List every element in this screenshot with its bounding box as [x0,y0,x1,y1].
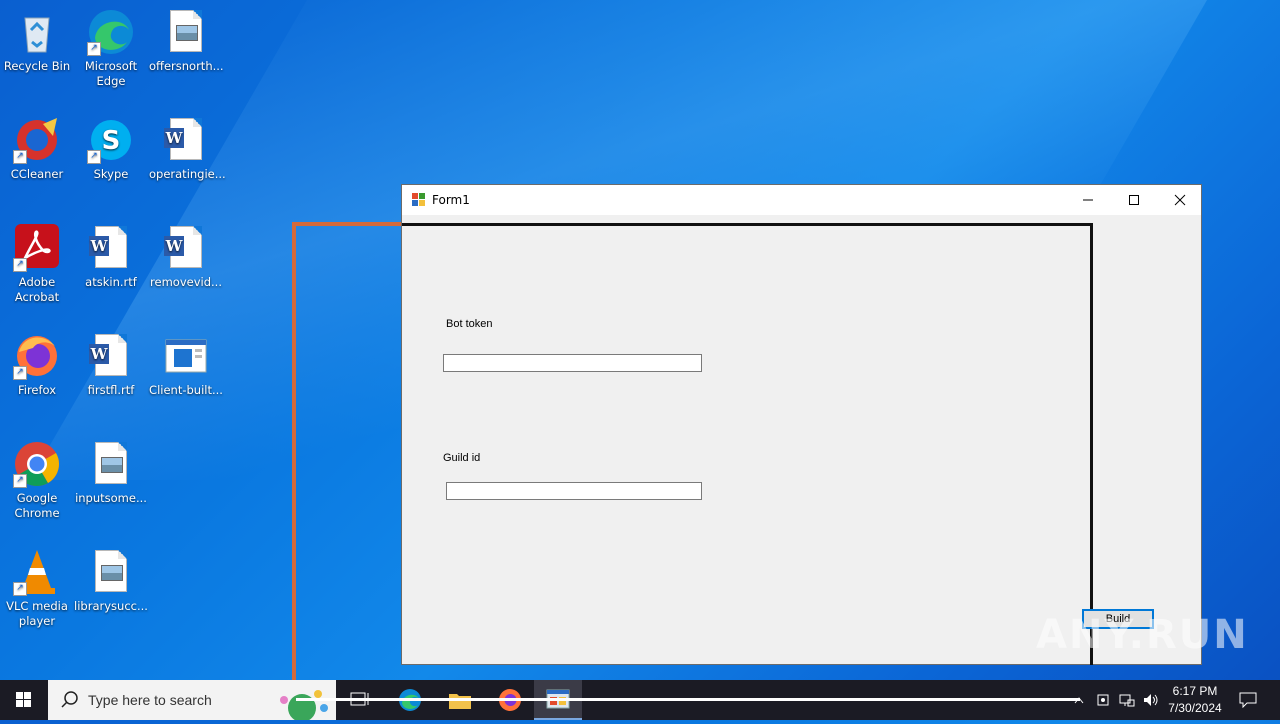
bot-token-input[interactable] [443,354,702,372]
search-box[interactable]: Type here to search [48,680,336,720]
shortcut-arrow-icon: ↗ [13,150,27,164]
annotation-line [292,222,402,226]
form1-window[interactable]: Form1 Bot token Guild id Build [401,184,1202,665]
recycle-bin-icon [13,8,61,56]
bot-token-label: Bot token [446,318,493,330]
svg-text:S: S [102,126,121,156]
minimize-button[interactable] [1065,185,1111,215]
desktop-icon-operatingie[interactable]: W operatingie... [149,116,226,182]
notification-icon [1239,692,1257,708]
desktop-icon-label: inputsome... [75,491,147,505]
title-bar[interactable]: Form1 [402,185,1201,215]
desktop-icon-atskin-rtf[interactable]: W atskin.rtf [74,224,148,290]
desktop-icon-label: offersnorth... [149,59,224,73]
windows-logo-icon [16,692,31,707]
search-placeholder: Type here to search [88,692,212,708]
desktop-icon-label: Client-built... [149,383,223,397]
network-icon [1119,694,1135,707]
guild-id-input[interactable] [446,482,702,500]
word-document-icon: W [87,332,135,380]
desktop-icon-firstfl-rtf[interactable]: W firstfl.rtf [74,332,148,398]
clock-date[interactable]: 7/30/2024 [1164,701,1226,715]
edge-icon: ↗ [87,8,135,56]
maximize-icon [1129,195,1139,205]
volume-icon [1144,694,1158,706]
image-file-icon [87,440,135,488]
shortcut-arrow-icon: ↗ [87,42,101,56]
close-button[interactable] [1157,185,1203,215]
adobe-acrobat-icon: ↗ [13,224,61,272]
image-file-icon [87,548,135,596]
shortcut-arrow-icon: ↗ [13,582,27,596]
start-button[interactable] [0,680,48,720]
desktop-icon-offersnorth[interactable]: offersnorth... [149,8,224,74]
desktop-icon-label: Firefox [17,383,57,397]
vlc-cone-icon: ↗ [13,548,61,596]
desktop-icon-ccleaner[interactable]: ↗ CCleaner [0,116,74,182]
desktop-icon-microsoft-edge[interactable]: ↗ Microsoft Edge [74,8,148,89]
shortcut-arrow-icon: ↗ [13,474,27,488]
window-title: Form1 [432,193,470,207]
desktop-icon-label: CCleaner [10,167,64,181]
application-window-icon [162,332,210,380]
content-frame [402,223,1093,665]
shortcut-arrow-icon: ↗ [13,258,27,272]
shortcut-arrow-icon: ↗ [13,366,27,380]
desktop-icon-label: operatingie... [149,167,226,181]
desktop-icon-google-chrome[interactable]: ↗ Google Chrome [0,440,74,521]
tray-network[interactable] [1116,680,1138,720]
image-file-icon [162,8,210,56]
form-app-icon [412,193,426,207]
firefox-icon: ↗ [13,332,61,380]
annotation-line [296,698,1080,701]
desktop-icon-label: Adobe Acrobat [14,275,60,304]
word-document-icon: W [162,224,210,272]
shortcut-arrow-icon: ↗ [87,150,101,164]
watermark: ANY.RUN [1036,612,1249,658]
desktop-icon-removevid[interactable]: W removevid... [149,224,223,290]
word-document-icon: W [87,224,135,272]
desktop-icon-label: atskin.rtf [85,275,137,289]
minimize-icon [1083,199,1093,201]
search-icon [61,691,78,708]
chrome-icon: ↗ [13,440,61,488]
desktop-icon-client-built[interactable]: Client-built... [149,332,223,398]
close-icon [1174,194,1186,206]
tray-volume[interactable] [1140,680,1162,720]
desktop-icon-label: librarysucc... [74,599,148,613]
clock-time[interactable]: 6:17 PM [1164,684,1226,698]
guild-id-label: Guild id [443,452,481,464]
desktop-icon-skype[interactable]: S ↗ Skype [74,116,148,182]
desktop-icon-label: firstfl.rtf [87,383,135,397]
tray-network-adapter[interactable] [1092,680,1114,720]
desktop-icon-adobe-acrobat[interactable]: ↗ Adobe Acrobat [0,224,74,305]
desktop-icon-librarysucc[interactable]: librarysucc... [74,548,148,614]
desktop-icon-vlc[interactable]: ↗ VLC media player [0,548,74,629]
skype-icon: S ↗ [87,116,135,164]
desktop-icon-label: Skype [93,167,129,181]
action-center-button[interactable] [1230,680,1266,720]
desktop-icon-recycle-bin[interactable]: Recycle Bin [0,8,74,74]
desktop-icon-label: removevid... [150,275,222,289]
device-icon [1097,694,1109,706]
desktop-icon-label: Google Chrome [14,491,60,520]
desktop-icon-firefox[interactable]: ↗ Firefox [0,332,74,398]
desktop-icon-label: Recycle Bin [3,59,71,73]
word-document-icon: W [162,116,210,164]
ccleaner-icon: ↗ [13,116,61,164]
annotation-line [292,222,296,692]
desktop-icon-label: Microsoft Edge [84,59,138,88]
desktop-icon-label: VLC media player [6,599,68,628]
desktop-icon-inputsome[interactable]: inputsome... [74,440,148,506]
maximize-button[interactable] [1111,185,1157,215]
